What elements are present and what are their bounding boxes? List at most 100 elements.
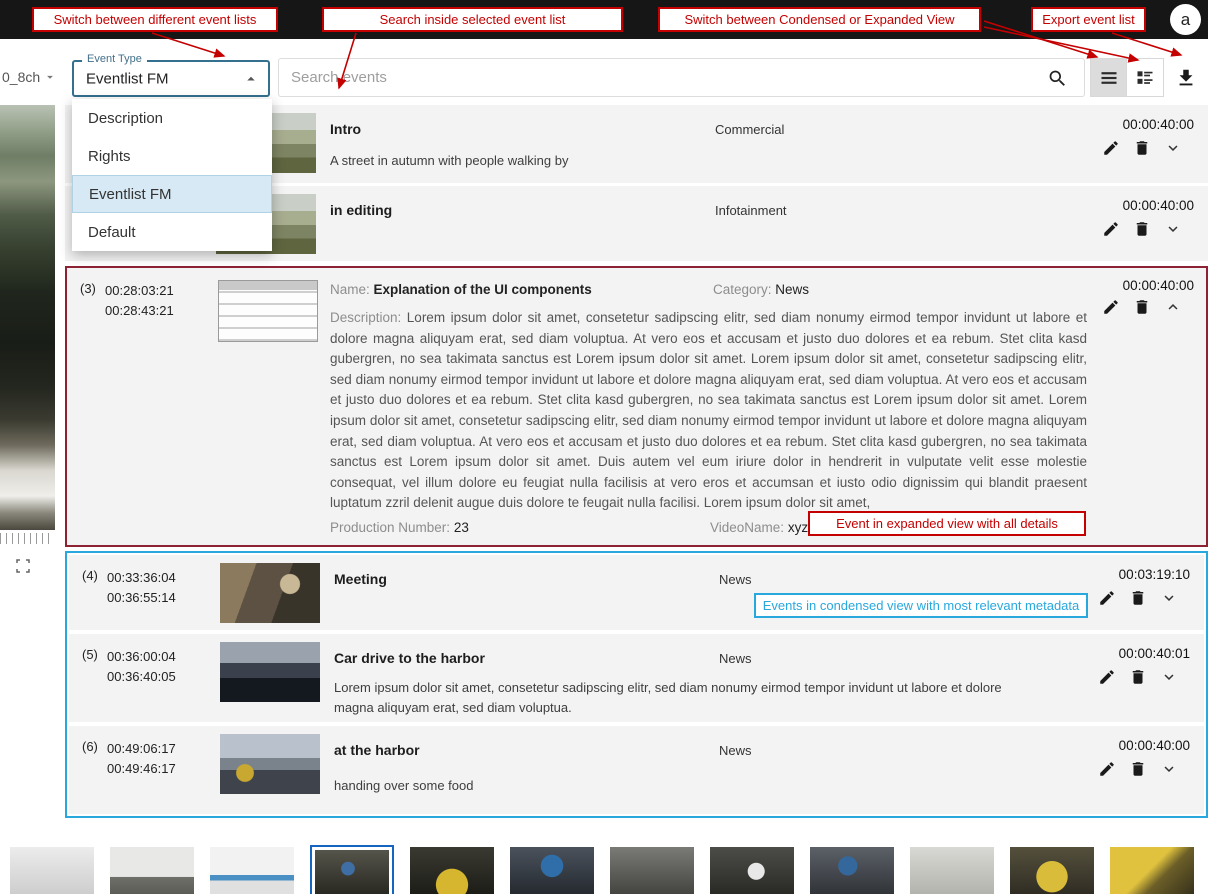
pencil-icon <box>1098 589 1116 607</box>
chevron-down-icon <box>1164 139 1182 157</box>
trash-icon <box>1133 220 1151 238</box>
event-row-4[interactable]: (4) 00:33:36:04 00:36:55:14 Meeting News… <box>69 555 1204 630</box>
search-icon[interactable] <box>1047 68 1068 89</box>
filmstrip-thumbnail-selected[interactable] <box>310 845 394 894</box>
filmstrip-thumbnail[interactable] <box>210 847 294 894</box>
filmstrip-thumbnail[interactable] <box>10 847 94 894</box>
expand-button[interactable] <box>1160 668 1178 686</box>
event-duration: 00:00:40:00 <box>1123 198 1194 213</box>
dropdown-option-description[interactable]: Description <box>72 99 272 137</box>
event-thumbnail <box>220 734 320 794</box>
filmstrip-thumbnail[interactable] <box>510 847 594 894</box>
edit-button[interactable] <box>1102 220 1120 238</box>
filmstrip-thumbnail[interactable] <box>110 847 194 894</box>
description-label: Description: <box>330 310 401 325</box>
event-title: Car drive to the harbor <box>334 650 485 666</box>
export-event-list-button[interactable] <box>1170 60 1202 95</box>
event-type-select[interactable]: Event Type Eventlist FM <box>72 60 270 97</box>
event-actions <box>1098 668 1178 686</box>
dropdown-option-eventlist-fm[interactable]: Eventlist FM <box>72 175 272 213</box>
category-label: Category: <box>713 282 772 297</box>
event-row-6[interactable]: (6) 00:49:06:17 00:49:46:17 at the harbo… <box>69 726 1204 814</box>
event-type-label: Event Type <box>82 53 147 65</box>
delete-button[interactable] <box>1129 589 1147 607</box>
condensed-view-button[interactable] <box>1090 58 1127 97</box>
dropdown-option-rights[interactable]: Rights <box>72 137 272 175</box>
edit-button[interactable] <box>1098 760 1116 778</box>
event-type-dropdown-menu: Description Rights Eventlist FM Default <box>72 99 272 251</box>
expanded-view-icon <box>1135 68 1155 88</box>
filmstrip-thumbnail[interactable] <box>810 847 894 894</box>
annotation-text: Events in condensed view with most relev… <box>763 598 1080 613</box>
callout-text: Switch between Condensed or Expanded Vie… <box>684 12 954 27</box>
event-category: News <box>719 572 752 587</box>
event-category: News <box>719 651 752 666</box>
pencil-icon <box>1098 668 1116 686</box>
event-description-block: Description: Lorem ipsum dolor sit amet,… <box>330 308 1087 514</box>
timeline-ruler <box>0 533 52 544</box>
edit-button[interactable] <box>1102 298 1120 316</box>
edit-button[interactable] <box>1102 139 1120 157</box>
delete-button[interactable] <box>1133 139 1151 157</box>
edit-button[interactable] <box>1098 589 1116 607</box>
callout-search-event-list: Search inside selected event list <box>322 7 623 32</box>
fullscreen-button[interactable] <box>12 556 34 578</box>
user-avatar[interactable]: a <box>1170 4 1201 35</box>
event-title: in editing <box>330 202 392 218</box>
expanded-view-button[interactable] <box>1127 58 1164 97</box>
collapse-button[interactable] <box>1164 298 1182 316</box>
event-timecode-out: 00:49:46:17 <box>107 759 176 779</box>
event-timecode-in: 00:36:00:04 <box>107 647 176 667</box>
expand-button[interactable] <box>1164 139 1182 157</box>
filmstrip-thumbnail[interactable] <box>910 847 994 894</box>
event-index: (3) <box>80 281 96 296</box>
event-description: Lorem ipsum dolor sit amet, consetetur s… <box>330 310 1087 510</box>
edit-button[interactable] <box>1098 668 1116 686</box>
event-actions <box>1102 220 1182 238</box>
callout-text: Export event list <box>1042 12 1135 27</box>
event-category: News <box>719 743 752 758</box>
chevron-down-icon <box>1160 760 1178 778</box>
chevron-down-icon <box>43 70 57 84</box>
event-actions <box>1102 298 1182 316</box>
pencil-icon <box>1102 220 1120 238</box>
expand-button[interactable] <box>1160 760 1178 778</box>
event-category: News <box>775 282 809 297</box>
filmstrip-thumbnail[interactable] <box>610 847 694 894</box>
search-input[interactable] <box>279 59 1084 96</box>
event-duration: 00:00:40:00 <box>1119 738 1190 753</box>
delete-button[interactable] <box>1129 760 1147 778</box>
production-number-value: 23 <box>454 520 469 535</box>
chevron-up-icon <box>242 70 260 88</box>
event-duration: 00:03:19:10 <box>1119 567 1190 582</box>
event-actions <box>1098 760 1178 778</box>
video-name-value: xyz <box>788 520 808 535</box>
event-duration: 00:00:40:00 <box>1123 117 1194 132</box>
event-index: (4) <box>82 568 98 583</box>
expand-button[interactable] <box>1164 220 1182 238</box>
pencil-icon <box>1102 298 1120 316</box>
delete-button[interactable] <box>1133 220 1151 238</box>
filmstrip-thumbnail[interactable] <box>1010 847 1094 894</box>
event-row-3-expanded[interactable]: (3) 00:28:03:21 00:28:43:21 Name: Explan… <box>65 266 1208 547</box>
clip-selector-dropdown[interactable]: 0_8ch <box>2 69 57 85</box>
delete-button[interactable] <box>1129 668 1147 686</box>
filmstrip <box>0 845 1208 894</box>
event-type-value: Eventlist FM <box>86 70 169 87</box>
production-number-line: Production Number: 23 <box>330 520 469 535</box>
callout-text: Search inside selected event list <box>380 12 566 27</box>
expand-button[interactable] <box>1160 589 1178 607</box>
delete-button[interactable] <box>1133 298 1151 316</box>
filmstrip-thumbnail[interactable] <box>410 847 494 894</box>
event-timecode-out: 00:36:55:14 <box>107 588 176 608</box>
event-category: Commercial <box>715 122 784 137</box>
chevron-down-icon <box>1160 668 1178 686</box>
filmstrip-thumbnail[interactable] <box>1110 847 1194 894</box>
event-timecodes: 00:36:00:04 00:36:40:05 <box>107 647 176 687</box>
condensed-view-annotation: Events in condensed view with most relev… <box>754 593 1088 618</box>
dropdown-option-default[interactable]: Default <box>72 213 272 251</box>
event-row-5[interactable]: (5) 00:36:00:04 00:36:40:05 Car drive to… <box>69 634 1204 722</box>
trash-icon <box>1129 668 1147 686</box>
name-label: Name: <box>330 282 370 297</box>
filmstrip-thumbnail[interactable] <box>710 847 794 894</box>
